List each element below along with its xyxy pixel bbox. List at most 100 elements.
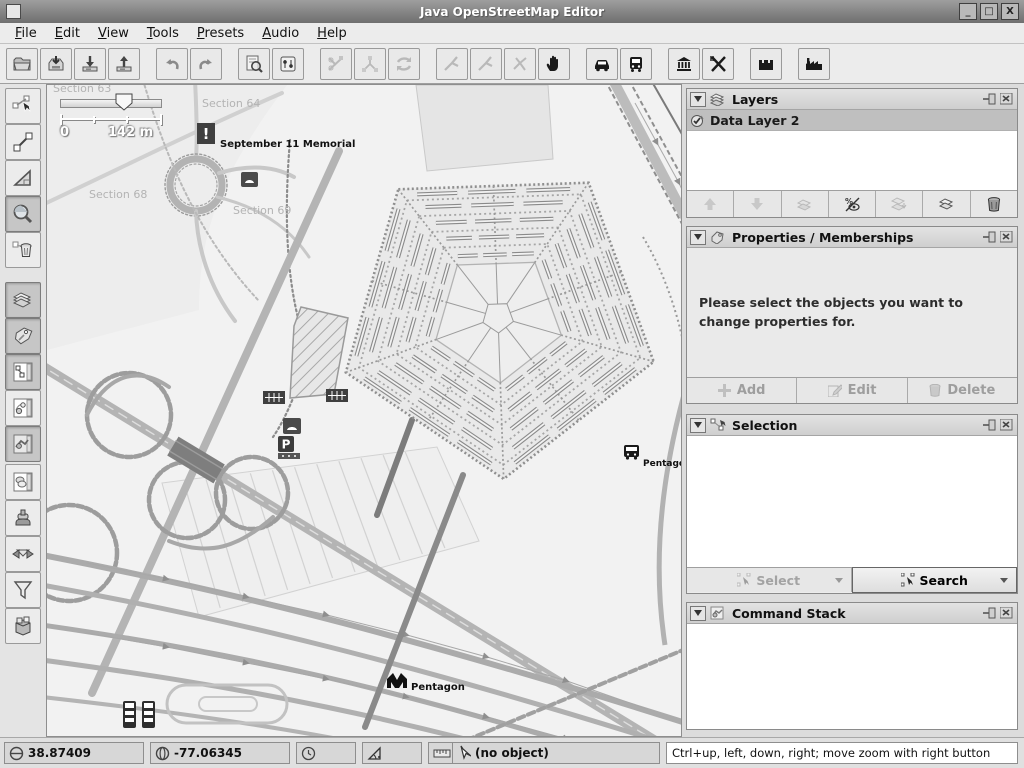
menu-file[interactable]: File — [6, 24, 46, 43]
combine-way-icon — [360, 54, 380, 74]
toggle-mappaint-button[interactable] — [5, 464, 41, 500]
preferences-button[interactable] — [272, 48, 304, 80]
longitude-field: -77.06345 — [150, 742, 290, 764]
delete-button[interactable]: Delete — [908, 378, 1017, 403]
toggle-filter-button[interactable] — [5, 572, 41, 608]
zoom-slider-track[interactable] — [60, 99, 162, 108]
layer-duplicate-button[interactable] — [923, 191, 970, 217]
tool-button-1[interactable] — [436, 48, 468, 80]
menu-audio[interactable]: Audio — [253, 24, 308, 43]
split-way-button[interactable] — [320, 48, 352, 80]
draw-tool-button[interactable] — [5, 124, 41, 160]
extrude-tool-button[interactable] — [5, 160, 41, 196]
update-data-button[interactable] — [388, 48, 420, 80]
menu-tools[interactable]: Tools — [138, 24, 188, 43]
menu-presets[interactable]: Presets — [188, 24, 253, 43]
castle-preset-button[interactable] — [750, 48, 782, 80]
menu-view[interactable]: View — [89, 24, 138, 43]
layer-merge-button[interactable] — [876, 191, 923, 217]
close-button[interactable]: X — [1001, 3, 1019, 20]
properties-message-area: Please select the objects you want to ch… — [687, 248, 1017, 377]
selection-list[interactable] — [687, 436, 1017, 567]
factory-preset-button[interactable] — [798, 48, 830, 80]
combine-way-button[interactable] — [354, 48, 386, 80]
edit-button[interactable]: Edit — [797, 378, 907, 403]
object-value: (no object) — [475, 746, 549, 760]
draw-node-icon — [11, 130, 35, 154]
layer-row[interactable]: Data Layer 2 — [687, 110, 1017, 131]
selection-panel-title: Selection — [732, 418, 980, 433]
tag-icon — [710, 230, 726, 244]
close-icon[interactable] — [999, 607, 1014, 620]
toggle-commandstack-button[interactable] — [5, 426, 41, 462]
add-button[interactable]: Add — [687, 378, 797, 403]
layers-panel: Layers Data Layer 2 % — [686, 88, 1018, 218]
download-button[interactable] — [74, 48, 106, 80]
restaurant-preset-button[interactable] — [702, 48, 734, 80]
bus-preset-button[interactable] — [620, 48, 652, 80]
redo-button[interactable] — [190, 48, 222, 80]
menu-edit[interactable]: Edit — [46, 24, 89, 43]
tool-button-2[interactable] — [470, 48, 502, 80]
menu-bar: File Edit View Tools Presets Audio Help — [0, 23, 1024, 44]
redo-icon — [196, 54, 216, 74]
toggle-changeset-button[interactable] — [5, 608, 41, 644]
window-title: Java OpenStreetMap Editor — [0, 5, 1024, 19]
download-data-icon — [244, 54, 264, 74]
upload-button[interactable] — [108, 48, 140, 80]
collapse-commandstack-button[interactable] — [690, 606, 706, 621]
zoom-slider[interactable] — [60, 93, 162, 113]
layers-icon — [710, 92, 726, 106]
sticky-icon[interactable] — [982, 419, 997, 432]
map-label-metro-pentagon: Pentagon — [411, 682, 465, 693]
sticky-icon[interactable] — [982, 231, 997, 244]
download-data-button[interactable] — [238, 48, 270, 80]
collapse-layers-button[interactable] — [690, 92, 706, 107]
filter-icon — [11, 578, 35, 602]
layers-list[interactable]: Data Layer 2 — [687, 110, 1017, 190]
layer-down-button[interactable] — [734, 191, 781, 217]
toggle-history-button[interactable] — [5, 500, 41, 536]
close-icon[interactable] — [999, 231, 1014, 244]
tool-icon-1 — [442, 54, 462, 74]
open-folder-icon — [12, 54, 32, 74]
commandstack-list[interactable] — [687, 624, 1017, 729]
layer-name: Data Layer 2 — [710, 113, 799, 128]
layer-delete-button[interactable] — [971, 191, 1017, 217]
open-button[interactable] — [6, 48, 38, 80]
car-preset-button[interactable] — [586, 48, 618, 80]
zoom-tool-button[interactable] — [5, 196, 41, 232]
sticky-icon[interactable] — [982, 607, 997, 620]
longitude-value: -77.06345 — [174, 746, 242, 760]
undo-button[interactable] — [156, 48, 188, 80]
close-icon[interactable] — [999, 419, 1014, 432]
toggle-selection-button[interactable] — [5, 354, 41, 390]
layer-up-button[interactable] — [687, 191, 734, 217]
toggle-relations-button[interactable] — [5, 390, 41, 426]
select-button[interactable]: Select — [687, 568, 852, 592]
undo-icon — [162, 54, 182, 74]
collapse-selection-button[interactable] — [690, 418, 706, 433]
sticky-icon[interactable] — [982, 93, 997, 106]
changeset-icon — [11, 614, 35, 638]
minimize-button[interactable]: _ — [959, 3, 977, 20]
svg-text:!: ! — [203, 125, 210, 143]
pan-button[interactable] — [538, 48, 570, 80]
layer-visibility-button[interactable]: % — [829, 191, 876, 217]
close-icon[interactable] — [999, 93, 1014, 106]
search-button[interactable]: Search — [852, 567, 1018, 593]
toggle-properties-button[interactable] — [5, 318, 41, 354]
menu-help[interactable]: Help — [308, 24, 356, 43]
bank-preset-button[interactable] — [668, 48, 700, 80]
tool-button-3[interactable] — [504, 48, 536, 80]
toggle-conflict-button[interactable] — [5, 536, 41, 572]
toggle-layers-button[interactable] — [5, 282, 41, 318]
map-canvas[interactable]: ! P — [46, 84, 682, 737]
layer-opacity-button[interactable] — [782, 191, 829, 217]
delete-tool-button[interactable] — [5, 232, 41, 268]
map-style-icon — [11, 470, 35, 494]
save-button[interactable] — [40, 48, 72, 80]
select-tool-button[interactable] — [5, 88, 41, 124]
collapse-properties-button[interactable] — [690, 230, 706, 245]
maximize-button[interactable]: □ — [980, 3, 998, 20]
